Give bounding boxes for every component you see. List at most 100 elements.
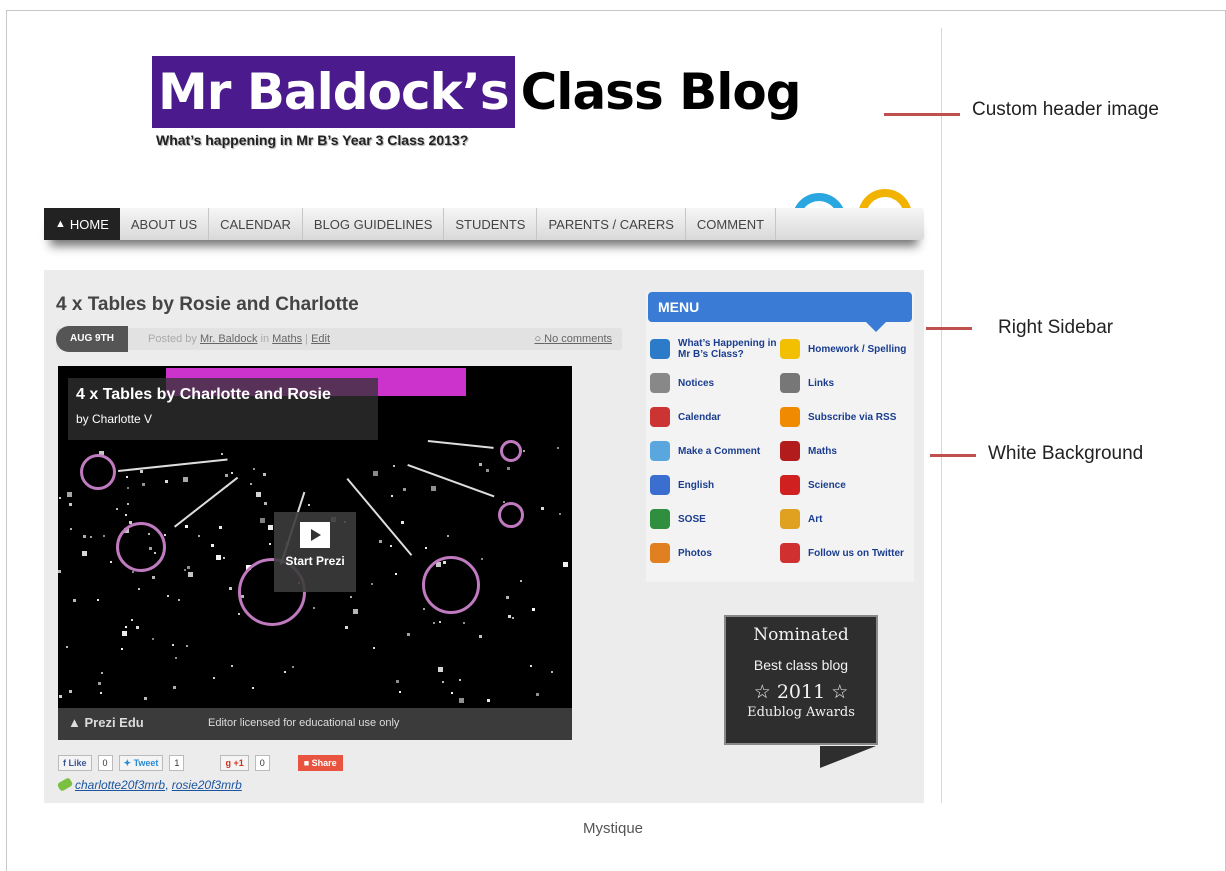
- prezi-star: [98, 682, 101, 685]
- prezi-star: [198, 535, 200, 537]
- prezi-star: [373, 471, 378, 476]
- sidebar-menu: What’s Happening in Mr B’s Class? Homewor…: [650, 336, 912, 566]
- notice-icon: [650, 373, 670, 393]
- sidebar-menu-item[interactable]: Maths: [780, 438, 910, 464]
- prezi-star: [350, 596, 352, 598]
- prezi-star: [438, 667, 443, 672]
- sidebar-menu-item[interactable]: Calendar: [650, 404, 780, 430]
- prezi-star: [186, 645, 188, 647]
- start-prezi-label: Start Prezi: [285, 554, 345, 568]
- sidebar-menu-item[interactable]: Science: [780, 472, 910, 498]
- prezi-star: [59, 497, 61, 499]
- prezi-header: 4 x Tables by Charlotte and Rosie by Cha…: [68, 378, 378, 440]
- tag-link[interactable]: rosie20f3mrb: [172, 778, 242, 792]
- comments-link[interactable]: ○ No comments: [534, 333, 612, 345]
- in-text: in: [260, 333, 270, 345]
- share-button[interactable]: ■ Share: [297, 755, 343, 771]
- content-area: 4 x Tables by Rosie and Charlotte AUG 9T…: [44, 270, 924, 803]
- prezi-star: [125, 514, 127, 516]
- sidebar-menu-item[interactable]: English: [650, 472, 780, 498]
- prezi-star: [225, 474, 228, 477]
- nav-calendar[interactable]: CALENDAR: [209, 208, 303, 240]
- theme-screenshot: Mr Baldock’s Class Blog What’s happening …: [22, 28, 942, 803]
- sidebar-menu-item-label: Subscribe via RSS: [808, 411, 897, 423]
- tweet-count: 1: [169, 755, 185, 771]
- share-bar: f Like 0 ✦ Tweet 1 g +1 0 ■ Share: [58, 754, 343, 772]
- prezi-star: [256, 492, 261, 497]
- prezi-star: [231, 665, 233, 667]
- sidebar-menu-item[interactable]: Links: [780, 370, 910, 396]
- sidebar-menu-item[interactable]: Homework / Spelling: [780, 336, 910, 362]
- prezi-circle: [500, 440, 522, 462]
- prezi-line: [118, 458, 228, 472]
- prezi-star: [508, 615, 511, 618]
- sidebar-menu-item[interactable]: Notices: [650, 370, 780, 396]
- nav-students[interactable]: STUDENTS: [444, 208, 538, 240]
- prezi-star: [221, 453, 223, 455]
- prezi-star: [313, 607, 315, 609]
- prezi-star: [90, 536, 92, 538]
- nav-home[interactable]: ▲ HOME: [44, 208, 120, 240]
- prezi-star: [165, 480, 168, 483]
- start-prezi-button[interactable]: Start Prezi: [274, 512, 356, 592]
- prezi-star: [439, 621, 441, 623]
- sidebar-menu-item[interactable]: SOSE: [650, 506, 780, 532]
- prezi-embed[interactable]: 4 x Tables by Charlotte and Rosie by Cha…: [58, 366, 572, 740]
- prezi-star: [451, 692, 453, 694]
- prezi-star: [59, 695, 62, 698]
- prezi-star: [67, 492, 72, 497]
- prezi-star: [423, 608, 425, 610]
- prezi-star: [140, 470, 143, 473]
- nav-parents-carers[interactable]: PARENTS / CARERS: [537, 208, 686, 240]
- nav-comment[interactable]: COMMENT: [686, 208, 777, 240]
- prezi-star: [506, 596, 509, 599]
- sidebar-menu-item-label: Links: [808, 377, 835, 389]
- award-year-text: 2011: [776, 681, 826, 703]
- facebook-like-button[interactable]: f Like: [58, 755, 92, 771]
- blog-header[interactable]: Mr Baldock’s Class Blog What’s happening …: [152, 56, 802, 148]
- prezi-star: [479, 635, 482, 638]
- sidebar-menu-item[interactable]: What’s Happening in Mr B’s Class?: [650, 336, 780, 362]
- graduation-cap-icon: ▲: [68, 715, 85, 730]
- prezi-star: [127, 503, 129, 505]
- plus-label: +1: [233, 758, 244, 768]
- prezi-star: [238, 613, 240, 615]
- sidebar-annotation: Right Sidebar: [998, 317, 1114, 338]
- tag-separator: ,: [165, 778, 169, 792]
- edit-link[interactable]: Edit: [311, 333, 330, 345]
- prezi-star: [459, 698, 464, 703]
- star-icon: ☆: [753, 681, 777, 703]
- sidebar-menu-item-label: Art: [808, 513, 823, 525]
- author-link[interactable]: Mr. Baldock: [200, 333, 257, 345]
- nav-about-us[interactable]: ABOUT US: [120, 208, 210, 240]
- sidebar-menu-item-label: English: [678, 479, 715, 491]
- link-icon: [780, 373, 800, 393]
- tweet-button[interactable]: ✦ Tweet: [118, 755, 164, 771]
- category-link[interactable]: Maths: [272, 333, 302, 345]
- sidebar-menu-item[interactable]: Follow us on Twitter: [780, 540, 910, 566]
- prezi-star: [100, 692, 102, 694]
- prezi-star: [353, 609, 358, 614]
- google-plus-button[interactable]: g +1: [220, 755, 249, 771]
- prezi-edu-label: Prezi Edu: [84, 715, 144, 730]
- prezi-star: [183, 477, 188, 482]
- prezi-star: [442, 681, 444, 683]
- post-date: AUG 9TH: [56, 326, 128, 352]
- figure-caption: Mystique: [582, 820, 644, 837]
- prezi-star: [391, 495, 393, 497]
- google-plus-icon: g: [225, 758, 234, 768]
- prezi-star: [185, 525, 188, 528]
- edublog-award-badge[interactable]: Nominated Best class blog ☆ 2011 ☆ Edubl…: [724, 615, 878, 745]
- sidebar-menu-item[interactable]: Subscribe via RSS: [780, 404, 910, 430]
- prezi-star: [371, 583, 373, 585]
- tag-link[interactable]: charlotte20f3mrb: [75, 778, 165, 792]
- nav-blog-guidelines[interactable]: BLOG GUIDELINES: [303, 208, 445, 240]
- sidebar-menu-item-label: Follow us on Twitter: [808, 547, 904, 559]
- prezi-star: [399, 691, 401, 693]
- sidebar-menu-item[interactable]: Art: [780, 506, 910, 532]
- sidebar-menu-item[interactable]: Make a Comment: [650, 438, 780, 464]
- post-title[interactable]: 4 x Tables by Rosie and Charlotte: [56, 294, 359, 316]
- prezi-star: [252, 687, 254, 689]
- prezi-star: [187, 566, 190, 569]
- sidebar-menu-item[interactable]: Photos: [650, 540, 780, 566]
